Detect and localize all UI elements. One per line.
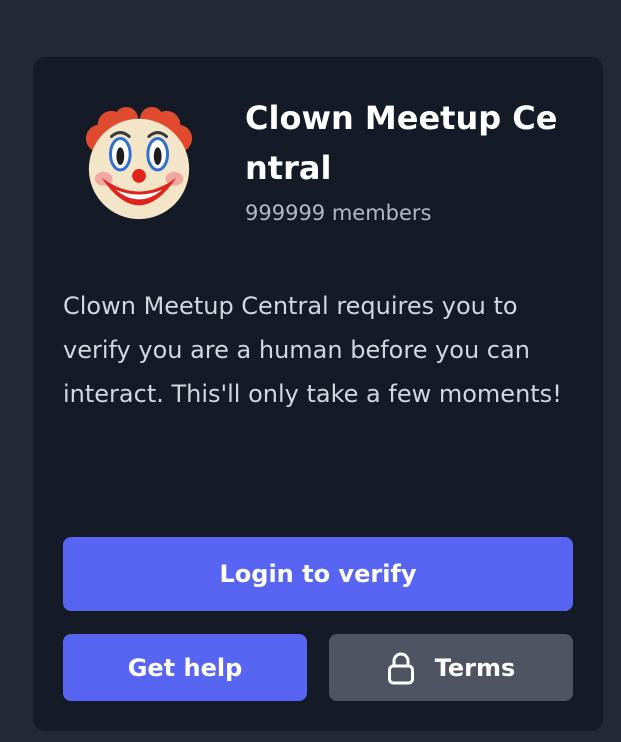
terms-button[interactable]: Terms	[329, 634, 573, 701]
get-help-button[interactable]: Get help	[63, 634, 307, 701]
member-count: 999999 members	[245, 201, 432, 225]
help-button-label: Get help	[127, 653, 243, 682]
server-name: Clown Meetup Central	[245, 99, 558, 187]
login-button-label: Login to verify	[219, 560, 417, 588]
terms-button-label: Terms	[434, 653, 516, 682]
clown-face-icon	[85, 107, 193, 220]
server-avatar	[80, 107, 198, 225]
verification-description: Clown Meetup Central requires you to ver…	[63, 292, 562, 408]
login-to-verify-button[interactable]: Login to verify	[63, 537, 573, 611]
lock-icon	[387, 651, 415, 685]
verification-card: Clown Meetup Central 999999 members Clow…	[33, 57, 603, 731]
